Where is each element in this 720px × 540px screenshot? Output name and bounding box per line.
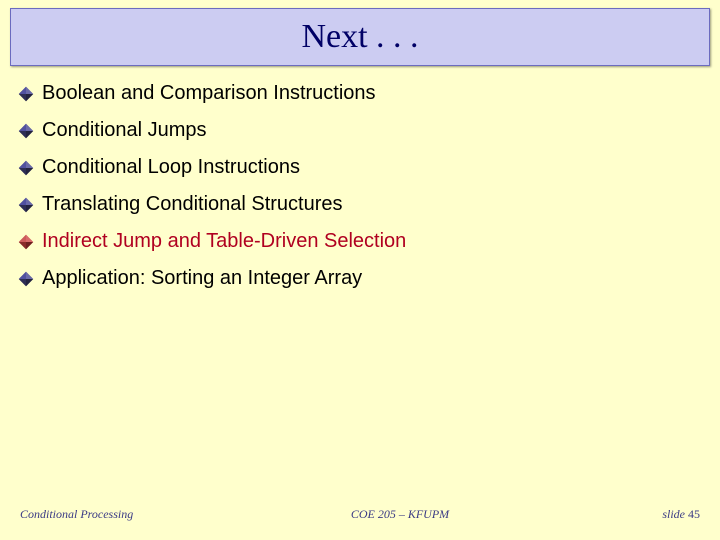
diamond-bullet-icon — [18, 123, 34, 139]
footer-right: slide 45 — [620, 507, 700, 522]
list-item-label: Translating Conditional Structures — [42, 193, 343, 216]
slide-title: Next . . . — [301, 18, 418, 56]
list-item-label: Conditional Jumps — [42, 119, 207, 142]
list-item: Conditional Jumps — [18, 119, 702, 142]
list-item-label: Application: Sorting an Integer Array — [42, 267, 362, 290]
list-item: Application: Sorting an Integer Array — [18, 267, 702, 290]
footer-mid: COE 205 – KFUPM — [180, 507, 620, 522]
diamond-bullet-icon — [18, 160, 34, 176]
list-item-label: Conditional Loop Instructions — [42, 156, 300, 179]
list-item-label: Indirect Jump and Table-Driven Selection — [42, 230, 406, 253]
list-item-label: Boolean and Comparison Instructions — [42, 82, 376, 105]
list-item: Conditional Loop Instructions — [18, 156, 702, 179]
diamond-bullet-icon — [18, 271, 34, 287]
footer: Conditional Processing COE 205 – KFUPM s… — [0, 507, 720, 522]
diamond-bullet-icon — [18, 86, 34, 102]
bullet-list: Boolean and Comparison Instructions Cond… — [18, 82, 702, 304]
list-item: Translating Conditional Structures — [18, 193, 702, 216]
list-item: Indirect Jump and Table-Driven Selection — [18, 230, 702, 253]
footer-left: Conditional Processing — [20, 507, 180, 522]
footer-slide-number: 45 — [688, 507, 700, 521]
diamond-bullet-icon — [18, 234, 34, 250]
title-band: Next . . . — [10, 8, 710, 66]
diamond-bullet-icon — [18, 197, 34, 213]
footer-slide-label: slide — [662, 507, 688, 521]
list-item: Boolean and Comparison Instructions — [18, 82, 702, 105]
